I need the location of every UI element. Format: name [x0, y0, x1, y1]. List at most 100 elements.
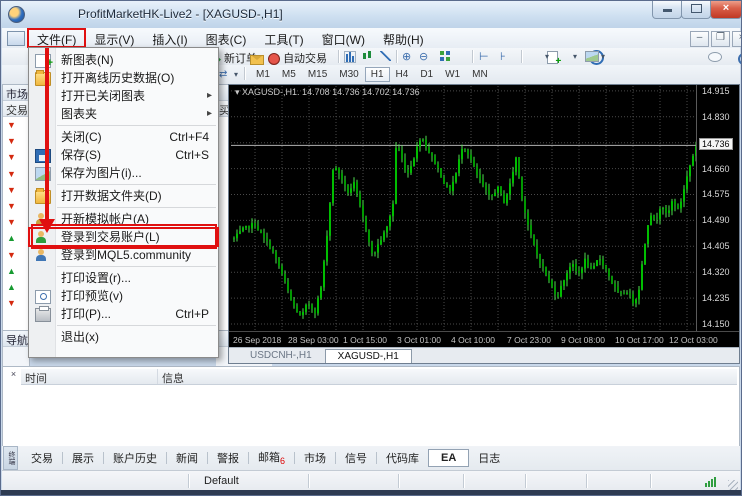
- price-axis[interactable]: 14.736 14.91514.83014.66014.57514.49014.…: [696, 85, 739, 331]
- periods-dropdown-icon[interactable]: ▾: [573, 52, 577, 61]
- file-menu-item-label: 保存(S): [61, 148, 101, 162]
- status-profile-label[interactable]: Default: [204, 475, 239, 487]
- file-menu-item-7[interactable]: 保存为图片(i)...: [29, 164, 218, 182]
- resize-grip[interactable]: [728, 480, 738, 490]
- minimize-button[interactable]: [652, 0, 682, 19]
- chart-tabs: USDCNH-,H1XAGUSD-,H1: [229, 347, 739, 363]
- terminal-tab-10[interactable]: 日志: [469, 447, 509, 469]
- timeframe-buttons: M1M5M15M30H1H4D1W1MN: [250, 67, 494, 82]
- maximize-button[interactable]: [681, 0, 711, 19]
- terminal-tab-4[interactable]: 警报: [208, 447, 248, 469]
- templates-icon[interactable]: [585, 51, 599, 62]
- file-menu-item-8[interactable]: 打开数据文件夹(D): [29, 187, 218, 205]
- file-menu-item-4[interactable]: 图表夹▸: [29, 105, 218, 123]
- file-menu-item-2[interactable]: 打开离线历史数据(O): [29, 69, 218, 87]
- terminal-tab-7[interactable]: 信号: [336, 447, 376, 469]
- chat-icon[interactable]: [708, 52, 722, 62]
- auto-trading-button[interactable]: 自动交易: [268, 50, 327, 66]
- terminal-message-column[interactable]: 信息: [158, 369, 188, 384]
- timeframe-button-h1[interactable]: H1: [365, 67, 390, 82]
- child-close-button[interactable]: ×: [732, 31, 742, 47]
- file-menu-item-shortcut: Ctrl+P: [175, 305, 209, 323]
- menu-separator: [57, 184, 216, 185]
- status-separator: [586, 474, 588, 488]
- templates-dropdown-icon[interactable]: ▾: [601, 52, 605, 61]
- timeframe-button-m5[interactable]: M5: [276, 67, 302, 82]
- bar-chart-mode-icon[interactable]: [344, 51, 356, 63]
- chart-window[interactable]: ▾ XAGUSD-,H1. 14.708 14.736 14.702 14.73…: [228, 84, 740, 364]
- terminal-tab-ea[interactable]: EA: [428, 449, 469, 467]
- file-menu-item-12[interactable]: 打印设置(r)...: [29, 269, 218, 287]
- timeframe-button-h4[interactable]: H4: [390, 67, 415, 82]
- time-axis[interactable]: 26 Sep 201828 Sep 03:001 Oct 15:003 Oct …: [229, 331, 739, 348]
- chart-tab-xagusdh1[interactable]: XAGUSD-,H1: [325, 349, 412, 363]
- menu-separator: [57, 325, 216, 326]
- price-direction-down-icon: ▼: [3, 214, 29, 230]
- menu-item-window[interactable]: 窗口(W): [313, 29, 374, 47]
- menu-item-charts[interactable]: 图表(C): [197, 29, 256, 47]
- terminal-side-tab[interactable]: 终端: [3, 446, 18, 470]
- chart-autoscroll-icon[interactable]: ⊦: [500, 51, 506, 64]
- print-preview-icon: [35, 290, 51, 304]
- terminal-header: 时间 信息: [21, 369, 737, 385]
- menu-item-file[interactable]: 文件(F): [28, 29, 85, 47]
- file-menu-item-13[interactable]: 打印预览(v): [29, 287, 218, 305]
- file-menu-dropdown: 新图表(N)打开离线历史数据(O)打开已关闭图表▸图表夹▸ 关闭(C)Ctrl+F…: [28, 47, 219, 358]
- price-direction-down-icon: ▼: [3, 149, 29, 165]
- status-separator: [188, 474, 190, 488]
- indicators-dropdown-icon[interactable]: ▾: [545, 52, 549, 61]
- timeframe-button-mn[interactable]: MN: [466, 67, 494, 82]
- file-menu-item-5[interactable]: 关闭(C)Ctrl+F4: [29, 128, 218, 146]
- file-menu-item-6[interactable]: 保存(S)Ctrl+S: [29, 146, 218, 164]
- time-axis-label: 4 Oct 10:00: [451, 335, 495, 345]
- time-axis-label: 12 Oct 03:00: [669, 335, 718, 345]
- cursor-tools-dropdown-icon[interactable]: ▾: [234, 70, 238, 79]
- candlestick-mode-icon[interactable]: [362, 51, 372, 61]
- terminal-tab-2[interactable]: 账户历史: [104, 447, 166, 469]
- mail-icon[interactable]: [250, 55, 264, 65]
- title-bar[interactable]: ProfitMarketHK-Live2 - [XAGUSD-,H1] ×: [0, 0, 742, 28]
- menu-item-help[interactable]: 帮助(H): [374, 29, 433, 47]
- zoom-in-icon[interactable]: ⊕: [402, 51, 411, 64]
- file-menu-item-3[interactable]: 打开已关闭图表▸: [29, 87, 218, 105]
- file-menu-item-14[interactable]: 打印(P)...Ctrl+P: [29, 305, 218, 323]
- terminal-tab-6[interactable]: 市场: [295, 447, 335, 469]
- line-chart-mode-icon[interactable]: [380, 51, 391, 61]
- child-restore-button[interactable]: ❐: [711, 31, 730, 47]
- annotation-login-highlight-box: [31, 224, 217, 249]
- candlestick-plot[interactable]: [231, 86, 696, 331]
- chart-tab-usdcnhh1[interactable]: USDCNH-,H1: [237, 348, 325, 363]
- chart-system-menu-icon[interactable]: [7, 31, 25, 46]
- terminal-tab-3[interactable]: 新闻: [167, 447, 207, 469]
- menu-item-tools[interactable]: 工具(T): [255, 29, 312, 47]
- timeframe-button-m1[interactable]: M1: [250, 67, 276, 82]
- timeframe-button-w1[interactable]: W1: [439, 67, 466, 82]
- file-menu-item-15[interactable]: 退出(x): [29, 328, 218, 346]
- tile-windows-icon[interactable]: [440, 51, 450, 61]
- timeframe-button-m30[interactable]: M30: [333, 67, 364, 82]
- menu-separator: [57, 266, 216, 267]
- close-button[interactable]: ×: [710, 0, 742, 19]
- terminal-tab-5[interactable]: 邮箱6: [249, 446, 294, 469]
- terminal-time-column[interactable]: 时间: [21, 369, 158, 384]
- chart-shift-icon[interactable]: ⊢: [479, 51, 489, 64]
- child-minimize-button[interactable]: –: [690, 31, 709, 47]
- zoom-out-icon[interactable]: ⊖: [419, 51, 428, 64]
- menu-item-insert[interactable]: 插入(I): [143, 29, 196, 47]
- price-direction-down-icon: ▼: [3, 166, 29, 182]
- terminal-tab-0[interactable]: 交易: [22, 447, 62, 469]
- app-logo-icon: [8, 6, 25, 23]
- file-menu-item-label: 打印预览(v): [61, 289, 123, 303]
- cursor-tools-icon[interactable]: ⇄: [219, 68, 227, 81]
- timeframe-button-m15[interactable]: M15: [302, 67, 333, 82]
- file-menu-item-label: 关闭(C): [61, 130, 102, 144]
- time-axis-label: 28 Sep 03:00: [288, 335, 339, 345]
- terminal-tab-8[interactable]: 代码库: [377, 447, 428, 469]
- file-menu-item-1[interactable]: 新图表(N): [29, 51, 218, 69]
- file-menu-item-label: 保存为图片(i)...: [61, 166, 142, 180]
- terminal-tab-1[interactable]: 展示: [63, 447, 103, 469]
- timeframe-button-d1[interactable]: D1: [414, 67, 439, 82]
- terminal-close-icon[interactable]: ×: [8, 369, 19, 380]
- menu-item-view[interactable]: 显示(V): [85, 29, 143, 47]
- search-icon[interactable]: [738, 53, 742, 65]
